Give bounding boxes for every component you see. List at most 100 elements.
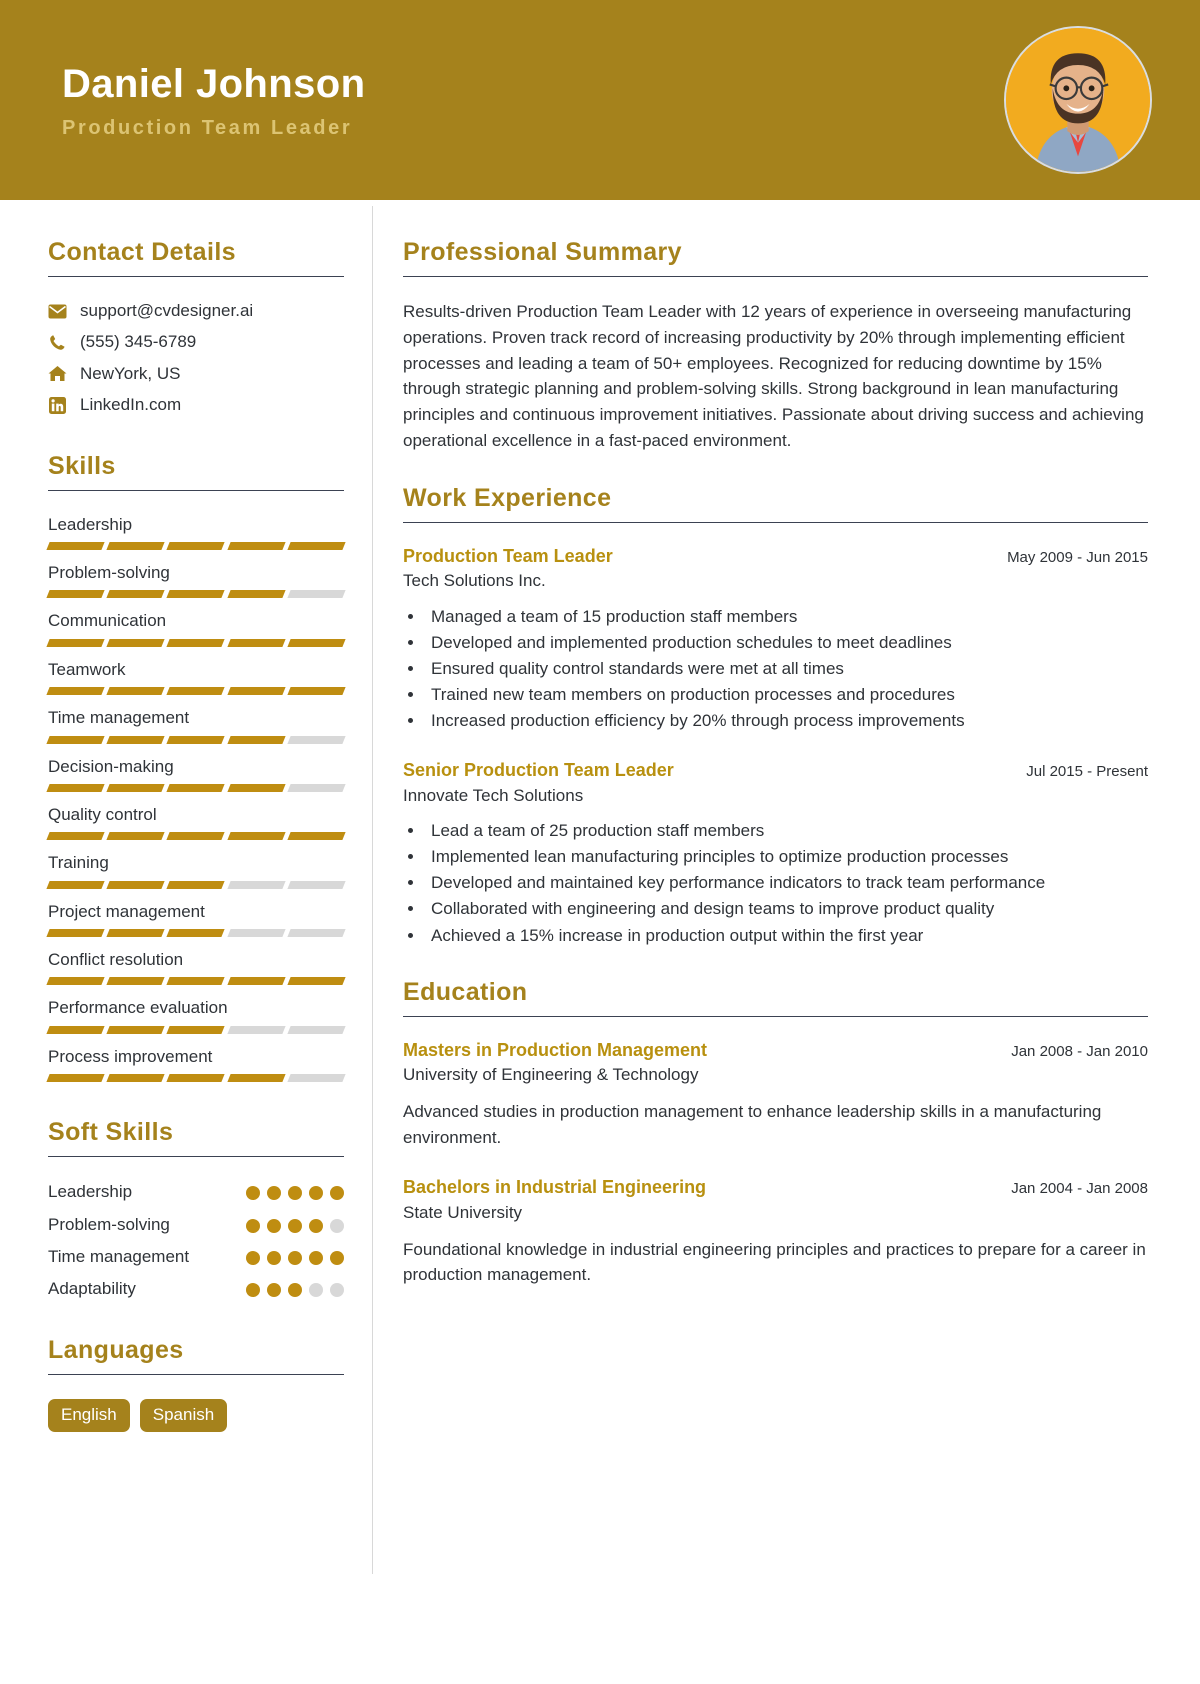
- skill-level-bar: [46, 832, 346, 841]
- skill-bar-segment: [226, 590, 286, 599]
- experience-bullet-list: Lead a team of 25 production staff membe…: [425, 818, 1148, 948]
- education-description: Advanced studies in production managemen…: [403, 1102, 1102, 1147]
- education-school: University of Engineering & Technology: [403, 1065, 699, 1085]
- skill-level-bar: [46, 880, 346, 889]
- soft-skill-item: Adaptability: [48, 1278, 344, 1299]
- skill-level-bar: [46, 638, 346, 647]
- soft-skill-label: Leadership: [48, 1182, 133, 1202]
- rating-dot: [309, 1186, 323, 1201]
- soft-skill-label: Problem-solving: [48, 1214, 170, 1234]
- skill-bar-segment: [226, 880, 286, 889]
- soft-skill-item: Problem-solving: [48, 1214, 344, 1235]
- section-languages: Languages English Spanish: [48, 1336, 344, 1433]
- skill-bar-segment: [287, 880, 346, 889]
- resume-header: Daniel Johnson Production Team Leader: [0, 0, 1200, 200]
- soft-skills-list: Leadership Problem-solving Time management…: [48, 1181, 344, 1300]
- skill-item: Decision-making: [46, 756, 346, 792]
- skill-label: Decision-making: [48, 756, 174, 776]
- soft-skill-label: Adaptability: [48, 1279, 136, 1299]
- experience-list: Production Team Leader May 2009 - Jun 201…: [403, 545, 1148, 948]
- section-heading-skills: Skills: [48, 451, 116, 480]
- skill-label: Teamwork: [48, 659, 126, 679]
- contact-item-location[interactable]: NewYork, US: [48, 364, 344, 384]
- skill-item: Problem-solving: [46, 563, 346, 599]
- skill-bar-segment: [166, 541, 226, 550]
- soft-skill-rating: [246, 1278, 344, 1298]
- skill-level-bar: [46, 1074, 346, 1083]
- education-entry-header: Masters in Production Management Jan 2008…: [403, 1039, 1148, 1062]
- skill-bar-segment: [46, 735, 105, 744]
- section-education: Education Masters in Production Manageme…: [403, 978, 1148, 1288]
- section-rule: [403, 276, 1148, 277]
- skill-bar-segment: [46, 832, 105, 841]
- skill-item: Project management: [46, 901, 346, 938]
- skill-bar-segment: [46, 783, 105, 792]
- language-badge: Spanish: [139, 1398, 228, 1433]
- section-rule: [403, 521, 1148, 523]
- section-skills: Skills Leadership Problem-solving Communic…: [46, 451, 346, 1083]
- skill-bar-segment: [287, 687, 346, 696]
- skill-bar-segment: [46, 590, 105, 599]
- skill-bar-segment: [166, 1074, 226, 1083]
- avatar-photo-icon: [1006, 28, 1150, 172]
- skill-bar-segment: [287, 638, 346, 647]
- envelope-icon: [48, 302, 67, 321]
- skill-bar-segment: [106, 687, 166, 696]
- contact-phone-value: (555) 345-6789: [80, 332, 197, 352]
- skill-bar-segment: [287, 977, 346, 986]
- skill-level-bar: [46, 783, 346, 792]
- experience-date-range: Jul 2015 - Present: [1026, 763, 1148, 781]
- experience-bullet: Ensured quality control standards were m…: [425, 656, 1148, 681]
- skill-bar-segment: [287, 590, 346, 599]
- skill-label: Project management: [48, 901, 205, 921]
- rating-dot: [288, 1186, 302, 1201]
- contact-item-phone[interactable]: (555) 345-6789: [48, 332, 344, 352]
- skill-bar-segment: [106, 735, 166, 744]
- experience-bullet: Achieved a 15% increase in production ou…: [425, 923, 1148, 948]
- skill-bar-segment: [106, 929, 166, 938]
- soft-skill-rating: [246, 1181, 344, 1201]
- skill-bar-segment: [226, 832, 286, 841]
- skill-label: Leadership: [48, 514, 133, 534]
- skill-bar-segment: [287, 832, 346, 841]
- section-rule: [403, 1015, 1148, 1017]
- contact-item-email[interactable]: support@cvdesigner.ai: [48, 301, 344, 321]
- home-icon: [48, 364, 67, 383]
- skill-bar-segment: [226, 1025, 286, 1034]
- avatar: [1004, 26, 1152, 174]
- skill-bar-segment: [226, 687, 286, 696]
- skill-item: Time management: [46, 708, 346, 744]
- rating-dot: [330, 1186, 344, 1201]
- education-description: Foundational knowledge in industrial eng…: [403, 1239, 1146, 1285]
- skill-bar-segment: [166, 735, 226, 744]
- summary-text: Results-driven Production Team Leader wi…: [403, 302, 1144, 451]
- experience-bullet: Implemented lean manufacturing principle…: [425, 844, 1148, 869]
- skill-level-bar: [46, 590, 346, 599]
- education-school: State University: [403, 1202, 523, 1222]
- skill-bar-segment: [166, 929, 226, 938]
- soft-skill-rating: [246, 1214, 344, 1233]
- education-list: Masters in Production Management Jan 2008…: [403, 1039, 1148, 1288]
- skill-level-bar: [46, 929, 346, 938]
- skill-bar-segment: [166, 832, 226, 841]
- education-date-range: Jan 2008 - Jan 2010: [1011, 1042, 1148, 1060]
- soft-skill-item: Time management: [48, 1246, 344, 1267]
- skill-level-bar: [46, 1025, 346, 1034]
- experience-entry: Senior Production Team Leader Jul 2015 - …: [403, 759, 1148, 947]
- languages-list: English Spanish: [48, 1398, 344, 1433]
- skill-item: Training: [46, 853, 346, 889]
- contact-item-linkedin[interactable]: LinkedIn.com: [48, 395, 344, 415]
- skill-item: Conflict resolution: [46, 950, 346, 986]
- soft-skill-item: Leadership: [48, 1181, 344, 1202]
- section-rule: [48, 276, 344, 277]
- experience-bullet: Developed and implemented production sch…: [425, 630, 1148, 655]
- skill-level-bar: [46, 687, 346, 696]
- rating-dot: [267, 1283, 281, 1298]
- resume-body: Contact Details support@cvdesigner.ai (5…: [0, 200, 1200, 1684]
- experience-role: Production Team Leader: [403, 545, 613, 566]
- rating-dot: [288, 1283, 302, 1298]
- skill-bar-segment: [46, 1025, 105, 1034]
- section-rule: [48, 1156, 344, 1158]
- skill-bar-segment: [166, 783, 226, 792]
- skill-label: Communication: [48, 611, 167, 631]
